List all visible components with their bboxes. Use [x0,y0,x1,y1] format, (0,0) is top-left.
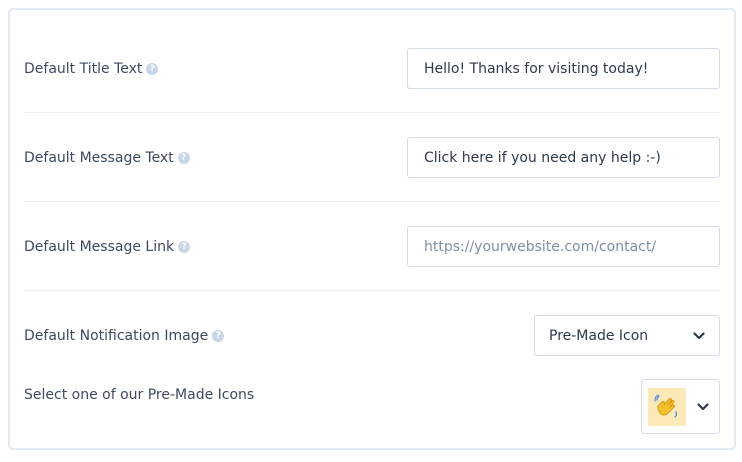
divider [24,201,720,202]
help-icon[interactable]: ? [177,152,190,164]
title-text-label: Default Title Text ? [24,61,159,77]
message-text-label-text: Default Message Text [24,150,174,166]
divider [24,290,720,291]
help-icon[interactable]: ? [146,63,159,75]
notification-image-selected: Pre-Made Icon [549,327,649,344]
chevron-down-icon [693,331,705,340]
notification-image-select[interactable]: Pre-Made Icon [534,315,720,356]
message-text-label: Default Message Text ? [24,150,190,166]
divider [24,112,720,113]
notification-image-label: Default Notification Image ? [24,328,225,344]
title-text-input[interactable] [407,48,720,89]
message-text-input[interactable] [407,137,720,178]
message-link-input[interactable] [407,226,720,267]
help-icon[interactable]: ? [212,330,225,342]
notification-image-label-text: Default Notification Image [24,328,209,344]
chevron-down-icon [697,402,709,411]
settings-card: Default Title Text ? Default Message Tex… [8,8,736,450]
premade-icons-label: Select one of our Pre-Made Icons [24,387,254,403]
message-link-label-text: Default Message Link [24,239,175,255]
message-link-label: Default Message Link ? [24,239,191,255]
title-text-label-text: Default Title Text [24,61,143,77]
premade-icon-select[interactable] [641,379,720,434]
help-icon[interactable]: ? [178,241,191,253]
waving-hand-icon [648,387,686,426]
premade-icons-label-text: Select one of our Pre-Made Icons [24,387,255,403]
